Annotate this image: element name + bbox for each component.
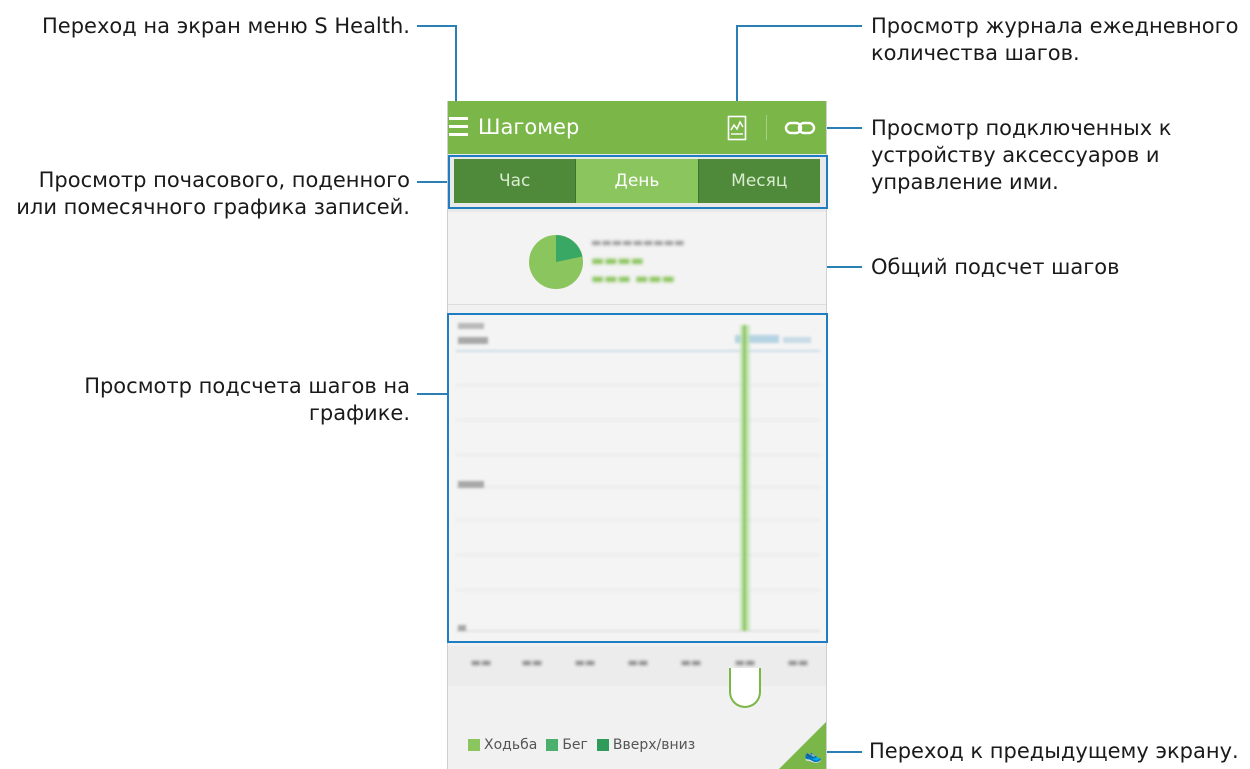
callout-line-journal-v (736, 25, 738, 112)
legend: Ходьба Бег Вверх/вниз (468, 737, 695, 753)
app-title: Шагомер (478, 115, 580, 139)
summary-blurred-text: ▬▬▬▬▬▬▬▬▬ ▬▬▬▬ ▬▬▬ ▬▬▬ (591, 236, 685, 287)
legend-swatch-updown (596, 739, 609, 751)
action-bar-divider (766, 115, 767, 140)
steps-pie-icon (529, 235, 583, 289)
callout-back: Переход к предыдущему экрану. (869, 739, 1239, 763)
day-label: ▬▬ (574, 656, 596, 669)
day-label: ▬▬ (627, 656, 649, 669)
tab-day[interactable]: День (576, 159, 699, 203)
legend-swatch-run (546, 739, 559, 751)
selected-day-marker[interactable] (729, 668, 761, 708)
day-label: ▬▬ (787, 656, 809, 669)
callout-line-tabs (417, 181, 449, 183)
tab-month[interactable]: Месяц (698, 159, 820, 203)
callout-menu: Переход на экран меню S Health. (41, 14, 410, 38)
callout-tabs: Просмотр почасового, поденного или помес… (16, 168, 410, 219)
callout-journal: Просмотр журнала ежедневного количества … (871, 14, 1239, 65)
legend-label-walk: Ходьба (484, 737, 538, 753)
callout-graph: Просмотр подсчета шагов на графике. (84, 374, 410, 425)
day-axis: ▬▬ ▬▬ ▬▬ ▬▬ ▬▬ ▬▬ ▬▬ (448, 646, 826, 686)
callout-line-menu-h (417, 25, 457, 27)
legend-label-updown: Вверх/вниз (612, 737, 696, 753)
callout-line-journal-h (736, 25, 862, 27)
shoe-icon[interactable]: 👟 (805, 748, 822, 764)
tab-hour[interactable]: Час (454, 159, 577, 203)
link-icon[interactable] (784, 119, 816, 137)
phone-screen: Шагомер Час День Месяц ▬▬▬▬▬▬▬▬▬ ▬▬▬▬ ▬▬… (447, 101, 827, 769)
steps-graph (448, 315, 826, 643)
callout-accessories: Просмотр подключенных к устройству аксес… (871, 116, 1172, 194)
period-tabs-bar: Час День Месяц (448, 154, 826, 212)
callout-line-back (826, 751, 862, 753)
legend-swatch-walk (468, 739, 480, 751)
action-bar: Шагомер (448, 101, 826, 154)
day-label: ▬▬ (470, 656, 492, 669)
legend-label-run: Бег (562, 737, 588, 753)
chart-journal-icon[interactable] (727, 115, 747, 141)
period-tabs: Час День Месяц (454, 159, 820, 203)
day-label: ▬▬ (521, 656, 543, 669)
callout-line-graph (417, 393, 449, 395)
menu-icon[interactable] (449, 117, 468, 137)
callout-total: Общий подсчет шагов (871, 255, 1120, 279)
day-label: ▬▬ (680, 656, 702, 669)
total-steps-summary: ▬▬▬▬▬▬▬▬▬ ▬▬▬▬ ▬▬▬ ▬▬▬ (448, 212, 826, 305)
